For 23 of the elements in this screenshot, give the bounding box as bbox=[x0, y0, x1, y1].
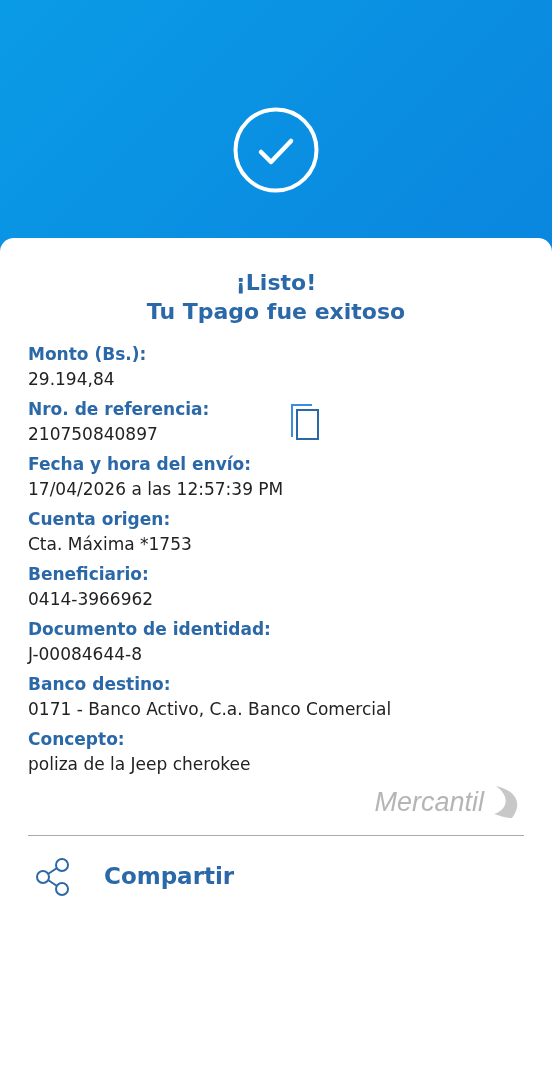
title-text: Tu Tpago fue exitoso bbox=[145, 298, 407, 326]
title-text: ¡Listo! bbox=[234, 269, 318, 297]
field-label: Monto (Bs.): bbox=[28, 343, 147, 366]
copy-icon[interactable] bbox=[290, 403, 320, 441]
field-label: Banco destino: bbox=[28, 673, 172, 696]
field-value: 29.194,84 bbox=[28, 368, 116, 391]
field-value: 210750840897 bbox=[28, 423, 159, 446]
checkmark-icon bbox=[233, 107, 319, 193]
field-label: Beneficiario: bbox=[28, 563, 150, 586]
field-label: Concepto: bbox=[28, 728, 126, 751]
field-value: J-00084644-8 bbox=[28, 643, 144, 666]
share-button[interactable]: Compartir bbox=[104, 859, 235, 894]
field-value: 17/04/2026 a las 12:57:39 PM bbox=[28, 478, 284, 501]
field-value: poliza de la Jeep cherokee bbox=[28, 753, 251, 776]
field-value: 0414-3966962 bbox=[28, 588, 154, 611]
field-label: Fecha y hora del envío: bbox=[28, 453, 253, 476]
field-label: Cuenta origen: bbox=[28, 508, 172, 531]
field-value: 0171 - Banco Activo, C.a. Banco Comercial bbox=[28, 698, 392, 721]
logo-text: Mercantil bbox=[374, 786, 484, 819]
field-label: Documento de identidad: bbox=[28, 618, 271, 641]
field-value: Cta. Máxima *1753 bbox=[28, 533, 192, 556]
field-label: Nro. de referencia: bbox=[28, 398, 211, 421]
share-icon[interactable] bbox=[35, 857, 71, 896]
